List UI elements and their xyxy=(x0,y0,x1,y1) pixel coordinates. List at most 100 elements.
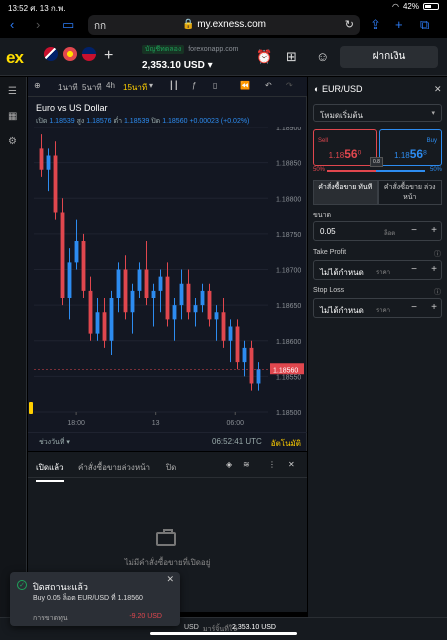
tp-increase-button[interactable]: + xyxy=(424,264,444,275)
candle-body xyxy=(144,269,149,298)
close-icon[interactable]: ✕ xyxy=(288,460,295,469)
utc-clock: 06:52:41 UTC xyxy=(212,437,262,446)
sl-decrease-button[interactable]: − xyxy=(404,302,424,313)
candle-body xyxy=(109,298,114,341)
close-icon[interactable]: ✕ xyxy=(166,574,174,585)
gbp-flag-icon[interactable] xyxy=(44,47,58,61)
info-icon[interactable]: ⓘ xyxy=(434,287,441,297)
y-tick-label: 1.18600 xyxy=(276,339,301,346)
chevron-down-icon: ▾ xyxy=(207,60,213,71)
chevron-down-icon: ▾ xyxy=(431,110,435,117)
timeframe-15m[interactable]: 15นาที xyxy=(123,81,147,94)
tab-pending-order[interactable]: คำสั่งซื้อขาย ล่วงหน้า xyxy=(377,180,442,205)
timeframe-chevron-icon[interactable]: ▾ xyxy=(149,81,153,90)
usd-flag-icon[interactable] xyxy=(82,47,96,61)
rewind-icon[interactable]: ⏪ xyxy=(240,81,250,90)
toast-pl-value: -9.20 USD xyxy=(129,613,162,620)
add-symbol-button[interactable]: + xyxy=(104,47,113,65)
deposit-button[interactable]: ฝากเงิน xyxy=(340,46,438,68)
bookmarks-icon[interactable]: ▭ xyxy=(62,17,74,33)
footer-currency: USD xyxy=(184,624,199,631)
y-tick-label: 1.18550 xyxy=(276,374,301,381)
buy-price: 1.18568 xyxy=(394,147,427,161)
toast-pl-label: การขาดทุน xyxy=(33,615,68,622)
demo-badge: บัญชีทดลอง xyxy=(142,45,185,54)
settings-icon[interactable]: ⚙ xyxy=(8,136,17,147)
stop-loss-field[interactable]: ไม่ได้กำหนด ราคา − + xyxy=(313,298,442,318)
more-icon[interactable]: ⋮ xyxy=(268,460,276,469)
ios-status-bar: 13:52 ศ. 13 ก.พ. ◠ 42% xyxy=(0,0,447,13)
tab-open-positions[interactable]: เปิดแล้ว xyxy=(36,461,64,482)
server-name: forexonapp.com xyxy=(188,46,239,53)
volume-decrease-button[interactable]: − xyxy=(404,225,424,236)
timeframe-4h[interactable]: 4h xyxy=(106,81,115,90)
candle-body xyxy=(172,305,177,320)
volume-label: ขนาด xyxy=(313,212,332,219)
back-icon[interactable]: ‹ xyxy=(10,17,14,32)
eurusd-icon: ◐ xyxy=(314,84,320,94)
menu-icon[interactable]: ☰ xyxy=(8,86,17,97)
tab-closed-positions[interactable]: ปิด xyxy=(166,461,176,474)
y-tick-label: 1.18850 xyxy=(276,161,301,168)
add-indicator-icon[interactable]: ⊕ xyxy=(34,81,41,90)
tab-pending-orders[interactable]: คำสั่งซื้อขายล่วงหน้า xyxy=(78,461,150,474)
info-icon[interactable]: ⓘ xyxy=(434,249,441,259)
stack-icon[interactable]: ≋ xyxy=(243,460,250,469)
calendar-icon[interactable]: ▦ xyxy=(8,111,17,122)
check-circle-icon: ✓ xyxy=(17,580,27,590)
alarm-icon[interactable]: ⏰ xyxy=(256,49,272,65)
candle-body xyxy=(60,212,65,298)
indicators-icon[interactable]: ƒ xyxy=(192,81,196,90)
tabs-icon[interactable]: ⧉ xyxy=(420,17,429,33)
timeframe-1m[interactable]: 1นาที xyxy=(58,81,78,94)
sl-increase-button[interactable]: + xyxy=(424,302,444,313)
candle-type-icon[interactable]: ┃┃ xyxy=(169,81,179,90)
close-icon[interactable]: ✕ xyxy=(434,84,442,95)
sentiment-bar: 50% 50% xyxy=(313,167,442,173)
candle-body xyxy=(158,276,163,291)
browser-toolbar: ‹ › ▭ กก 🔒 my.exness.com ↻ ⇪ + ⧉ xyxy=(0,12,447,38)
position-marker xyxy=(29,402,33,414)
layers-icon[interactable]: ◈ xyxy=(226,460,232,469)
empty-state-text: ไม่มีคำสั่งซื้อขายที่เปิดอยู่ xyxy=(124,558,211,567)
account-balance: 2,353.10 USD ▾ xyxy=(142,60,213,71)
date-range-button[interactable]: ช่วงวันที่ ▾ xyxy=(39,437,70,448)
reload-icon[interactable]: ↻ xyxy=(345,18,354,31)
volume-field[interactable]: 0.05 ล็อต − + xyxy=(313,221,442,241)
redo-icon[interactable]: ↷ xyxy=(286,81,293,90)
positions-tabs: เปิดแล้ว คำสั่งซื้อขายล่วงหน้า ปิด ◈ ≋ ⋮… xyxy=(28,452,307,482)
btc-flag-icon[interactable] xyxy=(63,47,77,61)
candle-body xyxy=(221,312,226,341)
auto-scale-button[interactable]: อัตโนมัติ xyxy=(271,437,301,450)
take-profit-field[interactable]: ไม่ได้กำหนด ราคา − + xyxy=(313,260,442,280)
tp-decrease-button[interactable]: − xyxy=(404,264,424,275)
account-selector[interactable]: บัญชีทดลอง forexonapp.com 2,353.10 USD ▾ xyxy=(142,43,238,71)
timeframe-5m[interactable]: 5นาที xyxy=(82,81,102,94)
candle-body xyxy=(74,241,79,263)
order-type-tabs: คำสั่งซื้อขาย ทันที คำสั่งซื้อขาย ล่วงหน… xyxy=(313,180,442,205)
undo-icon[interactable]: ↶ xyxy=(265,81,272,90)
x-tick-label: 18:00 xyxy=(67,420,85,427)
layout-icon[interactable]: ▯ xyxy=(213,81,217,90)
forward-icon[interactable]: › xyxy=(36,17,40,32)
candle-body xyxy=(81,241,86,291)
take-profit-label: Take Profit xyxy=(313,249,347,256)
y-tick-label: 1.18500 xyxy=(276,410,301,417)
profile-icon[interactable]: ☺ xyxy=(316,49,329,64)
candlestick-chart[interactable]: 1.18900 1.18850 1.18800 1.18750 1.18700 1.186… xyxy=(28,127,307,432)
order-mode-select[interactable]: โหมดเริ่มต้น ▾ xyxy=(313,104,442,122)
address-bar[interactable]: กก 🔒 my.exness.com ↻ xyxy=(88,15,360,35)
y-tick-label: 1.18800 xyxy=(276,196,301,203)
buy-button[interactable]: Buy 1.18568 xyxy=(379,129,442,166)
app-header: ex + บัญชีทดลอง forexonapp.com 2,353.10 U… xyxy=(0,38,447,76)
tab-market-order[interactable]: คำสั่งซื้อขาย ทันที xyxy=(313,180,378,205)
new-tab-icon[interactable]: + xyxy=(395,17,403,32)
sell-button[interactable]: Sell 1.18560 xyxy=(313,129,377,166)
share-icon[interactable]: ⇪ xyxy=(370,17,381,33)
candle-body xyxy=(256,369,261,384)
apps-grid-icon[interactable]: ⊞ xyxy=(286,49,297,65)
chart-panel: ⊕ 1นาที 5นาที 4h 15นาที ▾ ┃┃ ƒ ▯ ⏪ ↶ ↷ E… xyxy=(28,77,307,451)
ohlc-readout: เปิด 1.18539 สูง 1.18576 ต่ำ 1.18539 ปิด… xyxy=(36,118,250,125)
volume-increase-button[interactable]: + xyxy=(424,225,444,236)
candle-body xyxy=(200,290,205,306)
